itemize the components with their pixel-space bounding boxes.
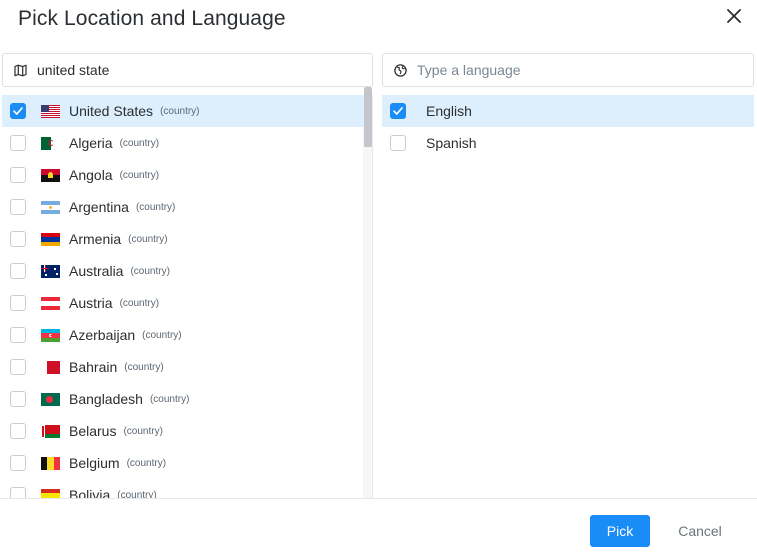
location-name: Bangladesh (69, 391, 143, 407)
location-type: (country) (142, 329, 182, 341)
location-scrollbar[interactable] (364, 87, 372, 147)
language-item[interactable]: English (382, 95, 754, 127)
language-name: Spanish (426, 135, 477, 151)
location-name: Bolivia (69, 487, 111, 498)
location-checkbox[interactable] (10, 359, 26, 375)
by-flag-icon (41, 424, 60, 438)
cancel-button[interactable]: Cancel (668, 515, 732, 547)
us-flag-icon (41, 104, 60, 118)
location-item[interactable]: United States (country) (2, 95, 372, 127)
map-icon (14, 64, 27, 77)
close-icon (727, 9, 741, 23)
language-checkbox[interactable] (390, 103, 406, 119)
bo-flag-icon (41, 488, 60, 498)
footer-divider (0, 498, 757, 499)
location-list: United States (country) Algeria (country) An… (2, 95, 373, 498)
location-name: Argentina (69, 199, 129, 215)
location-checkbox[interactable] (10, 487, 26, 498)
location-item[interactable]: Belarus (country) (2, 415, 372, 447)
location-name: Belarus (69, 423, 117, 439)
location-type: (country) (135, 201, 176, 213)
location-checkbox[interactable] (10, 295, 26, 311)
location-item[interactable]: Bangladesh (country) (2, 383, 372, 415)
location-checkbox[interactable] (10, 103, 26, 119)
am-flag-icon (41, 232, 60, 246)
language-checkbox[interactable] (390, 135, 406, 151)
location-type: (country) (128, 233, 168, 245)
location-type: (country) (119, 297, 160, 309)
location-type: (country) (149, 393, 190, 405)
be-flag-icon (41, 456, 60, 470)
location-item[interactable]: Armenia (country) (2, 223, 372, 255)
location-item[interactable]: Angola (country) (2, 159, 372, 191)
location-item[interactable]: Argentina (country) (2, 191, 372, 223)
location-name: Belgium (69, 455, 120, 471)
location-item[interactable]: Austria (country) (2, 287, 372, 319)
language-search[interactable] (382, 53, 754, 87)
location-checkbox[interactable] (10, 167, 26, 183)
language-name: English (426, 103, 472, 119)
bh-flag-icon (41, 360, 60, 374)
close-button[interactable] (723, 5, 745, 27)
language-list: English Spanish (382, 95, 754, 498)
location-item[interactable]: Bolivia (country) (2, 479, 372, 498)
location-name: Angola (69, 167, 113, 183)
location-name: Armenia (69, 231, 122, 247)
location-type: (country) (126, 457, 167, 469)
location-checkbox[interactable] (10, 391, 26, 407)
bd-flag-icon (41, 392, 60, 406)
location-item[interactable]: Australia (country) (2, 255, 372, 287)
ar-flag-icon (41, 200, 60, 214)
location-checkbox[interactable] (10, 423, 26, 439)
au-flag-icon (41, 264, 60, 278)
location-type: (country) (117, 489, 157, 499)
location-search-input[interactable] (37, 62, 337, 78)
location-name: Azerbaijan (69, 327, 136, 343)
location-checkbox[interactable] (10, 263, 26, 279)
location-checkbox[interactable] (10, 199, 26, 215)
location-checkbox[interactable] (10, 135, 26, 151)
az-flag-icon (41, 328, 60, 342)
language-search-input[interactable] (417, 62, 717, 78)
location-checkbox[interactable] (10, 231, 26, 247)
location-name: Bahrain (69, 359, 118, 375)
location-checkbox[interactable] (10, 455, 26, 471)
pick-button[interactable]: Pick (590, 515, 650, 547)
location-name: Algeria (69, 135, 113, 151)
location-type: (country) (160, 105, 200, 117)
location-name: Austria (69, 295, 113, 311)
location-search[interactable] (2, 53, 373, 87)
location-type: (country) (124, 361, 164, 373)
location-item[interactable]: Azerbaijan (country) (2, 319, 372, 351)
location-name: United States (69, 103, 154, 119)
location-type: (country) (130, 265, 170, 277)
location-type: (country) (119, 137, 160, 149)
at-flag-icon (41, 296, 60, 310)
location-item[interactable]: Belgium (country) (2, 447, 372, 479)
location-item[interactable]: Bahrain (country) (2, 351, 372, 383)
ao-flag-icon (41, 168, 60, 182)
location-item[interactable]: Algeria (country) (2, 127, 372, 159)
location-type: (country) (119, 169, 160, 181)
location-type: (country) (123, 425, 163, 437)
dialog-title: Pick Location and Language (18, 7, 286, 30)
language-item[interactable]: Spanish (382, 127, 754, 159)
location-checkbox[interactable] (10, 327, 26, 343)
globe-icon (394, 63, 407, 77)
dz-flag-icon (41, 136, 60, 150)
location-name: Australia (69, 263, 124, 279)
